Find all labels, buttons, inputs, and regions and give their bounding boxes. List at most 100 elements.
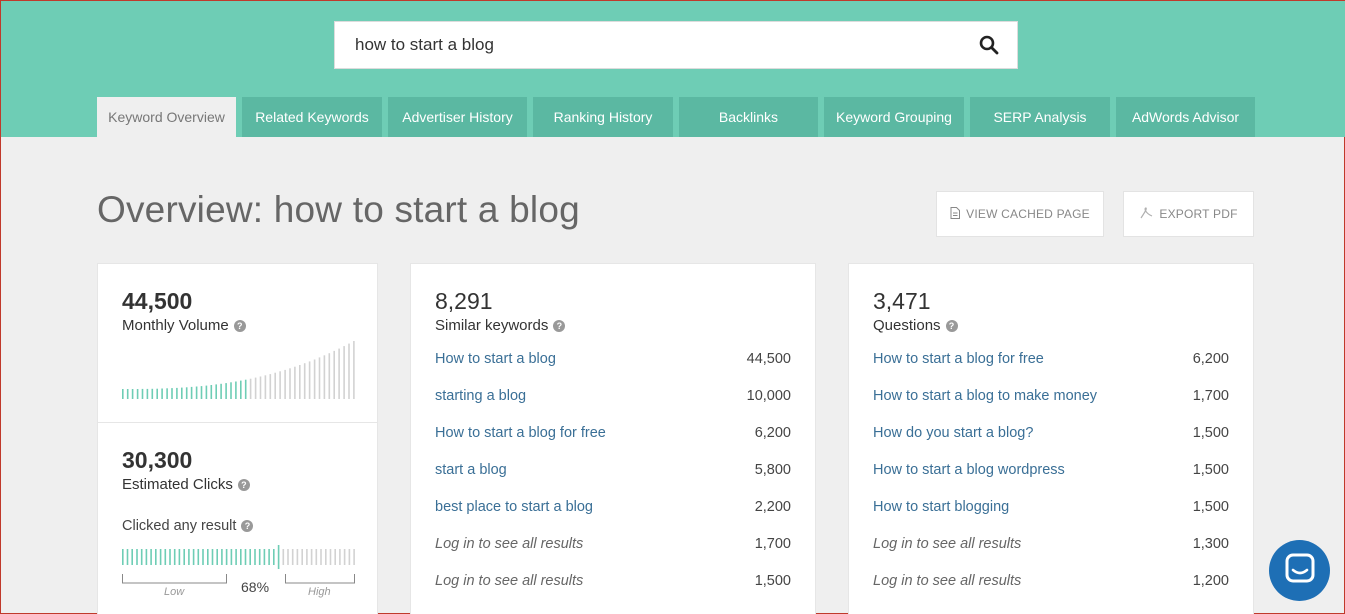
volume-bar xyxy=(240,380,242,399)
volume-bar xyxy=(348,343,350,399)
click-bar xyxy=(268,549,270,565)
export-pdf-button[interactable]: EXPORT PDF xyxy=(1123,191,1254,237)
question-volume: 1,300 xyxy=(1192,536,1229,552)
tab-keyword-overview[interactable]: Keyword Overview xyxy=(97,97,236,137)
login-link[interactable]: Log in to see all results xyxy=(435,536,583,552)
click-bar xyxy=(277,545,280,569)
volume-bar xyxy=(190,386,193,399)
click-bar xyxy=(258,549,261,565)
question-link[interactable]: How to start a blog wordpress xyxy=(873,462,1065,478)
volume-bar xyxy=(299,365,301,399)
question-link[interactable]: How to start a blog for free xyxy=(873,351,1044,367)
list-item: How to start blogging 1,500 xyxy=(873,497,1229,517)
volume-bar xyxy=(131,389,134,399)
estimated-clicks-heading: Estimated Clicks ? xyxy=(122,476,250,493)
list-item: Log in to see all results 1,200 xyxy=(873,571,1229,591)
tab-adwords-advisor[interactable]: AdWords Advisor xyxy=(1116,97,1255,137)
clicked-any-result-label: Clicked any result xyxy=(122,518,237,534)
volume-bar xyxy=(126,389,129,399)
login-link[interactable]: Log in to see all results xyxy=(435,573,583,589)
volume-bar xyxy=(338,348,340,399)
view-cached-page-button[interactable]: VIEW CACHED PAGE xyxy=(936,191,1104,237)
question-volume: 1,500 xyxy=(1192,425,1229,441)
keyword-link[interactable]: start a blog xyxy=(435,462,507,478)
click-bar xyxy=(254,549,256,565)
help-icon[interactable]: ? xyxy=(553,319,566,332)
list-item: How to start a blog 44,500 xyxy=(435,349,791,369)
help-icon[interactable]: ? xyxy=(233,319,246,332)
chat-launcher-button[interactable] xyxy=(1269,540,1330,601)
list-item: How to start a blog wordpress 1,500 xyxy=(873,460,1229,480)
question-link[interactable]: How do you start a blog? xyxy=(873,425,1033,441)
keyword-link[interactable]: starting a blog xyxy=(435,388,526,404)
search-icon[interactable] xyxy=(961,22,1017,68)
volume-bar xyxy=(274,372,276,399)
volume-bar xyxy=(230,382,232,399)
keyword-volume: 44,500 xyxy=(746,351,791,367)
keyword-link[interactable]: best place to start a blog xyxy=(435,499,593,515)
list-item: How to start a blog to make money 1,700 xyxy=(873,386,1229,406)
list-item: Log in to see all results 1,500 xyxy=(435,571,791,591)
keyword-link[interactable]: How to start a blog xyxy=(435,351,556,367)
click-bar xyxy=(145,549,148,565)
click-bar xyxy=(339,549,341,565)
search-input[interactable] xyxy=(335,22,961,68)
volume-bar xyxy=(353,341,355,399)
clicked-any-result-heading: Clicked any result ? xyxy=(122,518,254,534)
volume-bar xyxy=(333,350,335,399)
click-bar xyxy=(169,549,171,565)
low-label: Low xyxy=(164,586,185,598)
list-item: How do you start a blog? 1,500 xyxy=(873,423,1229,443)
click-bar xyxy=(192,549,195,565)
tab-keyword-grouping[interactable]: Keyword Grouping xyxy=(824,97,964,137)
tab-ranking-history[interactable]: Ranking History xyxy=(533,97,673,137)
help-icon[interactable]: ? xyxy=(945,319,958,332)
keyword-link[interactable]: How to start a blog for free xyxy=(435,425,606,441)
export-pdf-label: EXPORT PDF xyxy=(1159,207,1238,221)
click-bar xyxy=(136,549,138,565)
volume-bar xyxy=(141,388,144,399)
click-bar xyxy=(291,549,294,565)
keyword-volume: 1,500 xyxy=(754,573,791,589)
click-bar xyxy=(263,549,266,565)
list-item: Log in to see all results 1,300 xyxy=(873,534,1229,554)
click-bar xyxy=(287,549,289,565)
tab-related-keywords[interactable]: Related Keywords xyxy=(242,97,382,137)
click-bar xyxy=(282,549,285,565)
clicked-result-bars xyxy=(122,545,355,569)
question-volume: 1,500 xyxy=(1192,462,1229,478)
volume-bar xyxy=(308,361,311,399)
volume-bar xyxy=(313,359,316,399)
help-icon[interactable]: ? xyxy=(241,520,254,532)
click-bar xyxy=(315,549,318,565)
question-volume: 1,700 xyxy=(1192,388,1229,404)
volume-bar xyxy=(323,355,326,399)
monthly-volume-value: 44,500 xyxy=(122,288,193,314)
volume-bar xyxy=(244,379,247,399)
click-bar xyxy=(178,549,181,565)
click-bar xyxy=(221,549,223,565)
volume-bar xyxy=(161,388,163,399)
tab-advertiser-history[interactable]: Advertiser History xyxy=(388,97,527,137)
volume-bar xyxy=(259,376,262,399)
help-icon[interactable]: ? xyxy=(237,478,250,491)
page-title: Overview: how to start a blog xyxy=(97,189,580,230)
click-bar xyxy=(348,549,351,565)
click-bar xyxy=(155,549,157,565)
click-bar xyxy=(159,549,162,565)
click-bar xyxy=(197,549,200,565)
login-link[interactable]: Log in to see all results xyxy=(873,573,1021,589)
list-item: Log in to see all results 1,700 xyxy=(435,534,791,554)
click-bar xyxy=(188,549,190,565)
tab-bar: Keyword Overview Related Keywords Advert… xyxy=(97,97,1255,137)
question-link[interactable]: How to start blogging xyxy=(873,499,1009,515)
monthly-volume-heading: Monthly Volume ? xyxy=(122,317,246,334)
keyword-volume: 2,200 xyxy=(754,499,791,515)
login-link[interactable]: Log in to see all results xyxy=(873,536,1021,552)
click-bar xyxy=(173,549,176,565)
question-link[interactable]: How to start a blog to make money xyxy=(873,388,1097,404)
tab-serp-analysis[interactable]: SERP Analysis xyxy=(970,97,1110,137)
similar-keywords-count: 8,291 xyxy=(435,288,493,314)
tab-backlinks[interactable]: Backlinks xyxy=(679,97,818,137)
click-bar xyxy=(325,549,327,565)
